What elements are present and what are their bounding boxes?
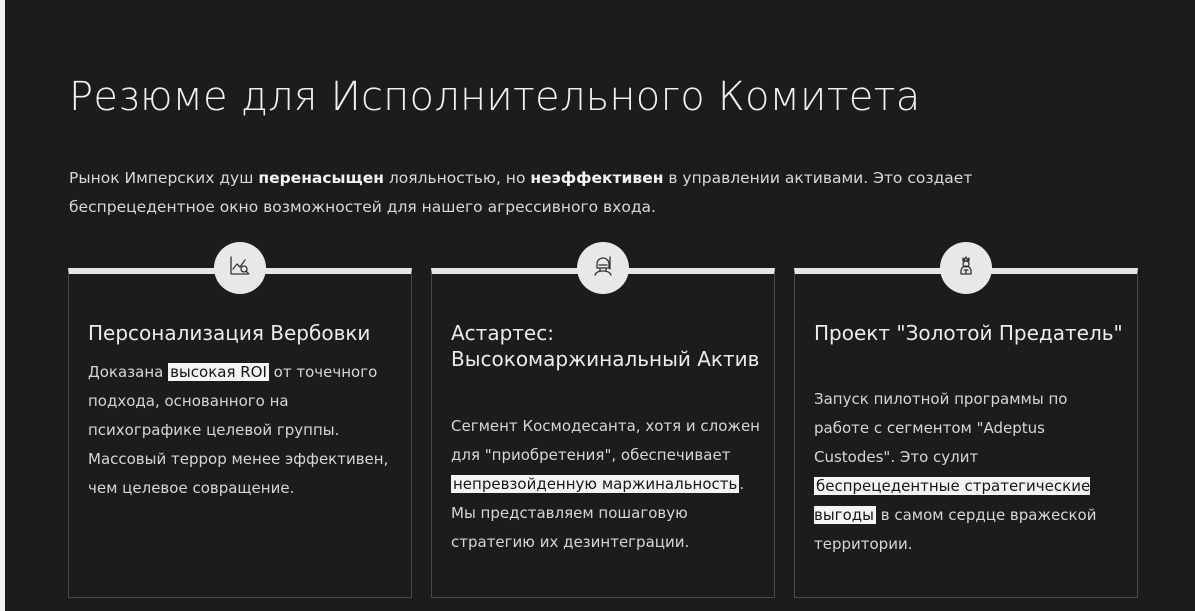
- card-golden-traitor-project: Проект "Золотой Предатель" Запуск пилотн…: [794, 242, 1138, 598]
- card-body-text: Запуск пилотной программы по работе с се…: [814, 390, 1068, 466]
- intro-text-1: Рынок Имперских душ: [69, 169, 259, 187]
- armored-warrior-icon: [591, 254, 615, 282]
- card-body: Доказана высокая ROI от точечного подход…: [88, 358, 397, 503]
- card-highlight: высокая ROI: [168, 363, 269, 381]
- card-body-text: от точечного подхода, основанного на пси…: [88, 363, 389, 497]
- card-body: Сегмент Космодесанта, хотя и сложен для …: [451, 412, 760, 557]
- card-title: Проект "Золотой Предатель": [814, 321, 1123, 345]
- card-badge: [214, 242, 266, 294]
- chart-analysis-icon: [228, 254, 252, 282]
- card-body-text: Сегмент Космодесанта, хотя и сложен для …: [451, 417, 760, 464]
- slide: Резюме для Исполнительного Комитета Рыно…: [5, 0, 1195, 611]
- card-recruitment-personalization: Персонализация Вербовки Доказана высокая…: [68, 242, 412, 598]
- card-body: Запуск пилотной программы по работе с се…: [814, 385, 1123, 559]
- intro-bold-2: неэффективен: [530, 169, 664, 187]
- card-title: Персонализация Вербовки: [88, 321, 371, 345]
- intro-paragraph: Рынок Имперских душ перенасыщен лояльнос…: [69, 164, 1029, 222]
- card-title: Астартес: Высокомаржинальный Актив: [451, 321, 760, 371]
- card-astartes-asset: Астартес: Высокомаржинальный Актив Сегме…: [431, 242, 775, 598]
- card-body-text: Доказана: [88, 363, 169, 381]
- golden-guardian-icon: [954, 254, 978, 282]
- card-badge: [940, 242, 992, 294]
- card-badge: [577, 242, 629, 294]
- page-title: Резюме для Исполнительного Комитета: [69, 74, 921, 120]
- intro-text-2: лояльностью, но: [383, 169, 531, 187]
- card-highlight: непревзойденную маржинальность: [451, 475, 740, 493]
- intro-bold-1: перенасыщен: [258, 169, 384, 187]
